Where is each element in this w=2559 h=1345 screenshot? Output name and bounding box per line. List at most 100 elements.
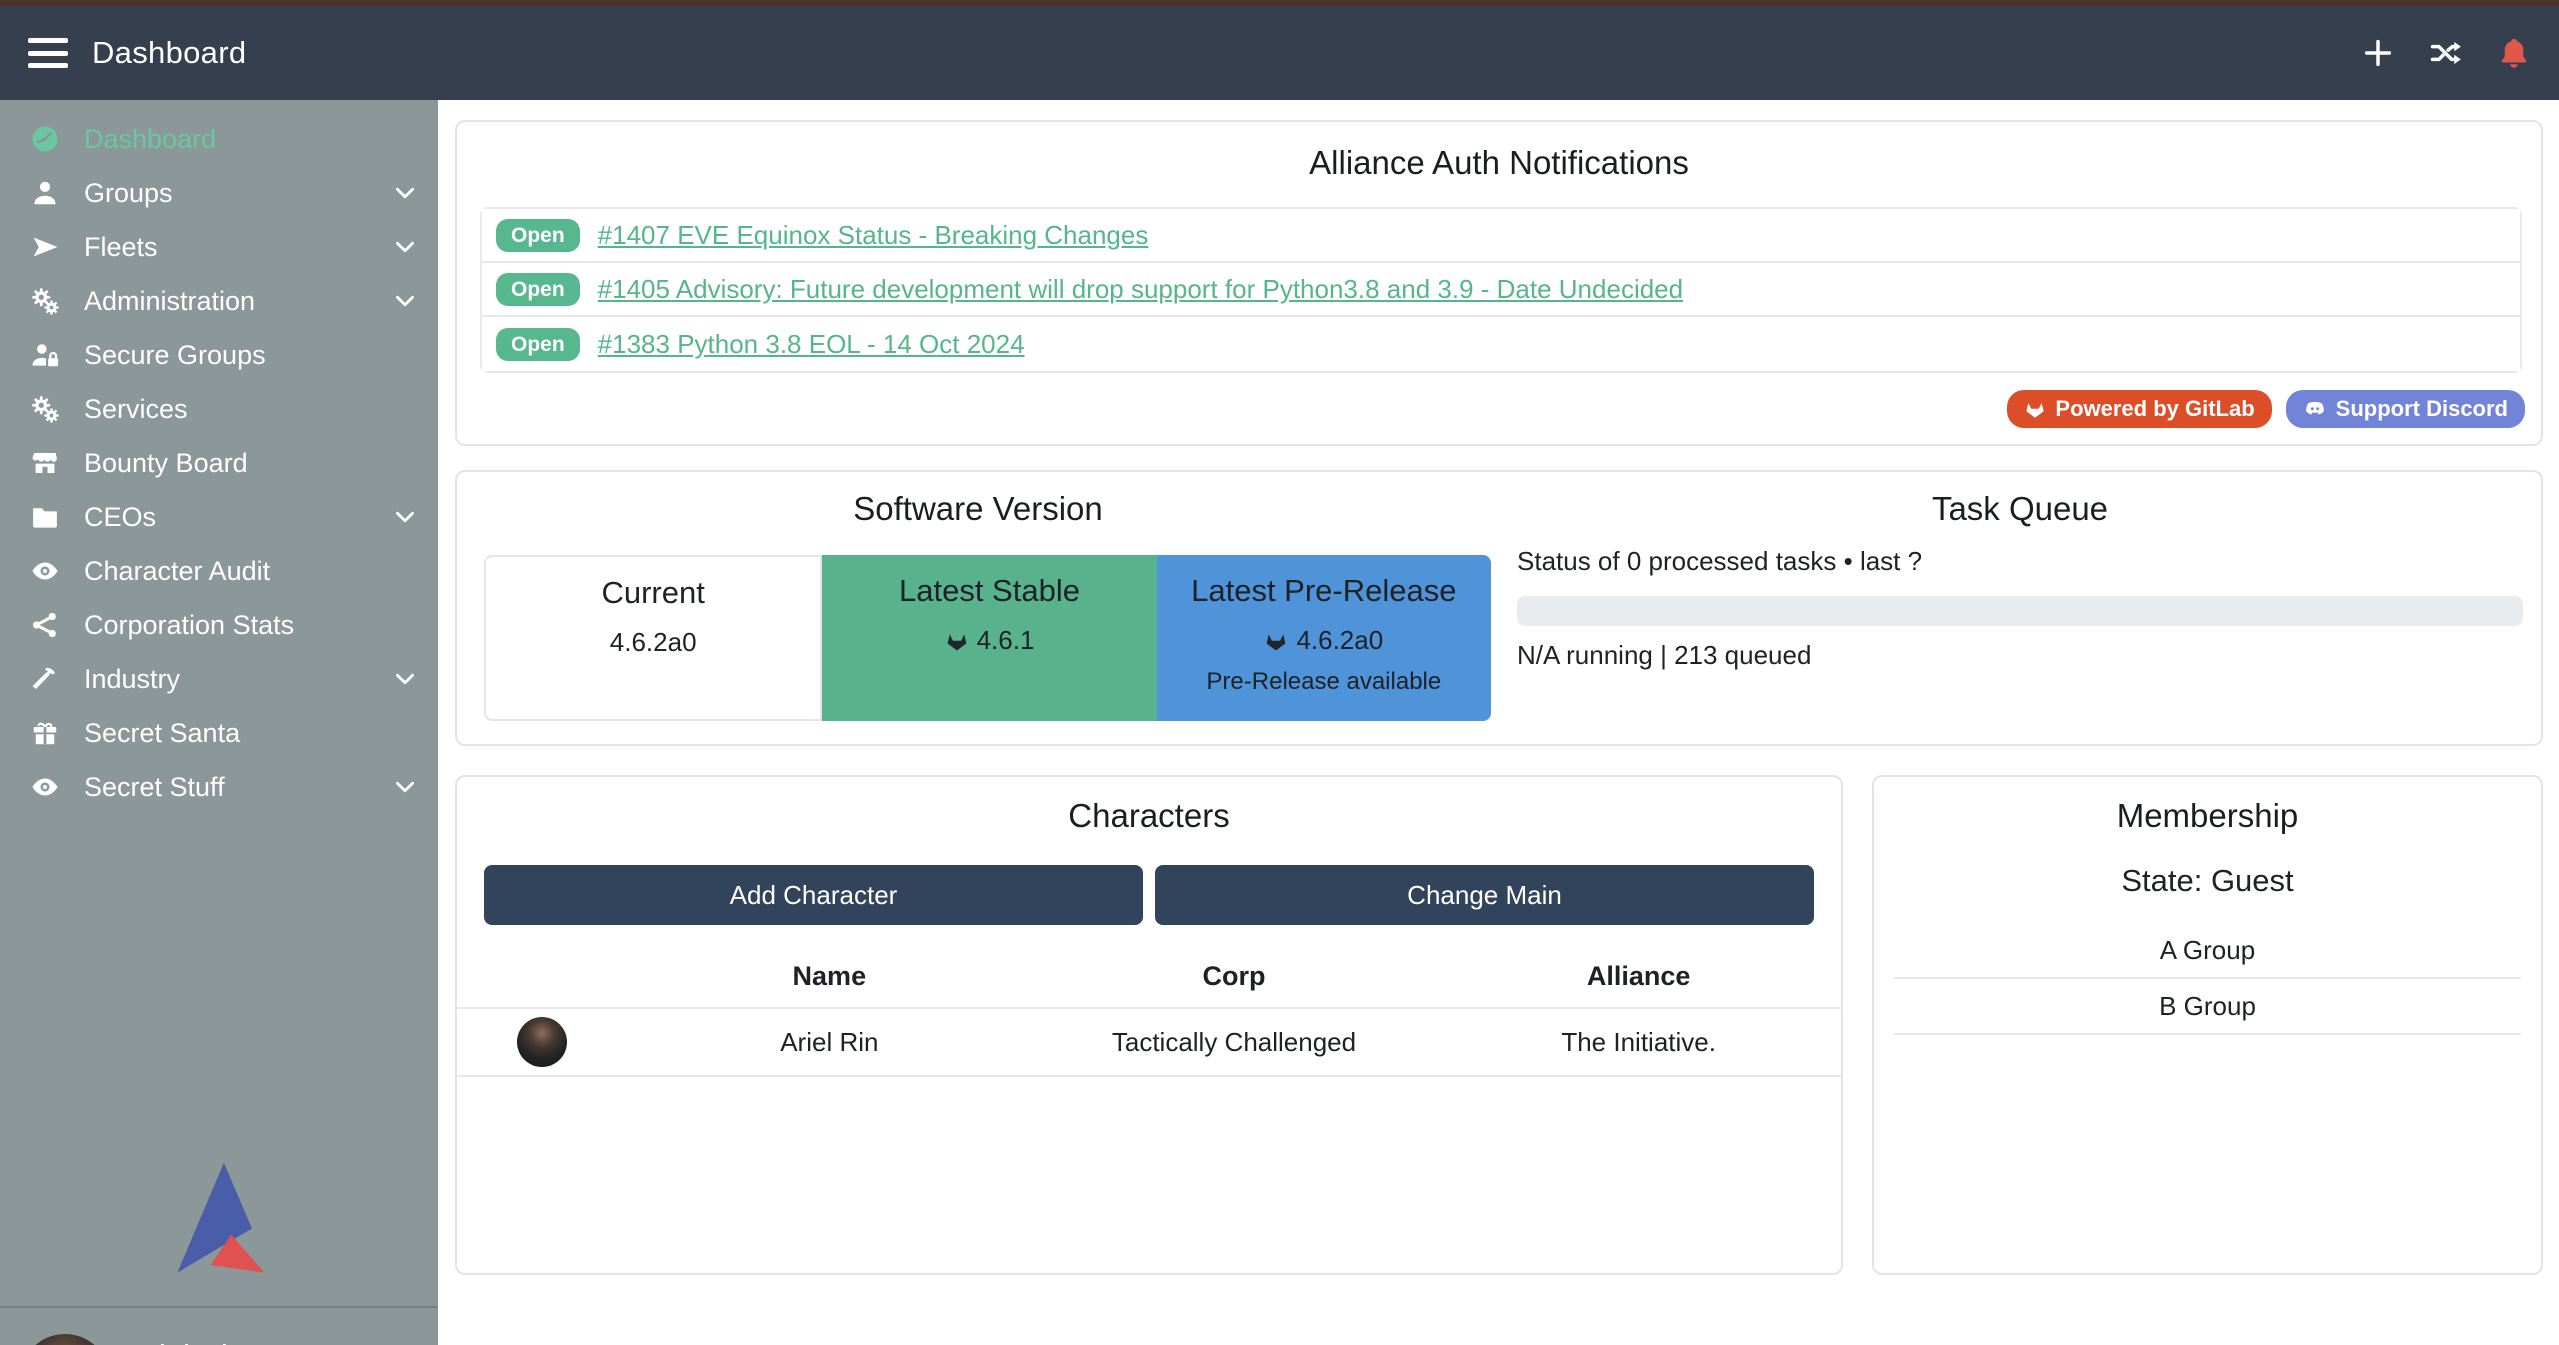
chevron-down-icon xyxy=(392,666,418,692)
gitlab-icon xyxy=(1264,629,1288,653)
chevron-down-icon xyxy=(392,774,418,800)
version-current-value: 4.6.2a0 xyxy=(486,627,820,658)
share-icon xyxy=(28,609,62,641)
change-main-button[interactable]: Change Main xyxy=(1155,865,1814,925)
eye-icon xyxy=(28,771,62,803)
notifications-panel: Alliance Auth Notifications Open #1407 E… xyxy=(455,120,2543,446)
bell-icon[interactable] xyxy=(2495,34,2533,72)
cell-name: Ariel Rin xyxy=(627,1027,1032,1058)
header-name: Name xyxy=(627,961,1032,992)
sidebar-item-dashboard[interactable]: Dashboard xyxy=(0,112,438,166)
menu-icon[interactable] xyxy=(28,38,68,68)
membership-panel: Membership State: Guest A Group B Group xyxy=(1872,775,2543,1275)
gitlab-badge-label: Powered by GitLab xyxy=(2055,398,2254,420)
header-corp: Corp xyxy=(1032,961,1437,992)
alliance-auth-logo xyxy=(158,1155,280,1285)
sidebar-item-administration[interactable]: Administration xyxy=(0,274,438,328)
plus-icon[interactable] xyxy=(2359,34,2397,72)
sidebar-item-groups[interactable]: Groups xyxy=(0,166,438,220)
user-icon xyxy=(28,177,62,209)
page-title: Dashboard xyxy=(92,35,246,71)
gitlab-badge[interactable]: Powered by GitLab xyxy=(2007,390,2271,428)
list-item: B Group xyxy=(1894,979,2521,1035)
task-queue-progressbar xyxy=(1517,596,2523,626)
version-prerelease-note: Pre-Release available xyxy=(1157,668,1491,696)
notifications-footer: Powered by GitLab Support Discord xyxy=(2007,390,2525,428)
chevron-down-icon xyxy=(392,504,418,530)
membership-state: State: Guest xyxy=(1874,863,2541,899)
membership-groups: A Group B Group xyxy=(1874,923,2541,1035)
notification-link[interactable]: #1407 EVE Equinox Status - Breaking Chan… xyxy=(598,220,1149,251)
cell-corp: Tactically Challenged xyxy=(1032,1027,1437,1058)
tachometer-icon xyxy=(28,123,62,155)
version-prerelease-cell: Latest Pre-Release 4.6.2a0 Pre-Release a… xyxy=(1157,555,1491,721)
user-lock-icon xyxy=(28,339,62,371)
task-queue-section: Task Queue Status of 0 processed tasks •… xyxy=(1499,472,2541,744)
chevron-down-icon xyxy=(392,234,418,260)
version-prerelease-value: 4.6.2a0 xyxy=(1157,625,1491,656)
characters-panel: Characters Add Character Change Main Nam… xyxy=(455,775,1843,1275)
status-badge: Open xyxy=(496,219,580,252)
sidebar-item-ceos[interactable]: CEOs xyxy=(0,490,438,544)
user-name: Ariel Rin xyxy=(128,1338,245,1345)
status-badge: Open xyxy=(496,273,580,306)
version-stable-label: Latest Stable xyxy=(822,573,1156,609)
discord-badge-label: Support Discord xyxy=(2336,398,2508,420)
notifications-title: Alliance Auth Notifications xyxy=(457,144,2541,182)
avatar xyxy=(517,1017,567,1067)
software-version-title: Software Version xyxy=(457,490,1499,528)
version-stable-value: 4.6.1 xyxy=(822,625,1156,656)
user-panel: Ariel Rin Tactically Challenged The Init… xyxy=(0,1308,438,1345)
gitlab-icon xyxy=(945,629,969,653)
status-badge: Open xyxy=(496,328,580,361)
avatar xyxy=(20,1334,110,1345)
task-queue-summary: N/A running | 213 queued xyxy=(1517,640,1811,671)
version-current-label: Current xyxy=(486,575,820,611)
chevron-down-icon xyxy=(392,288,418,314)
sidebar: Dashboard Groups Fleets Administration S… xyxy=(0,100,438,1345)
discord-badge[interactable]: Support Discord xyxy=(2286,390,2525,428)
cell-alliance: The Initiative. xyxy=(1436,1027,1841,1058)
folder-icon xyxy=(28,501,62,533)
hammer-icon xyxy=(28,663,62,695)
navbar-actions xyxy=(2359,34,2533,72)
software-version-section: Software Version Current 4.6.2a0 Latest … xyxy=(457,472,1499,744)
task-queue-status: Status of 0 processed tasks • last ? xyxy=(1517,546,1922,577)
list-item: Open #1405 Advisory: Future development … xyxy=(482,263,2520,317)
list-item: Open #1407 EVE Equinox Status - Breaking… xyxy=(482,209,2520,263)
sidebar-item-services[interactable]: Services xyxy=(0,382,438,436)
characters-table: Name Corp Alliance Ariel Rin Tactically … xyxy=(457,945,1841,1077)
gift-icon xyxy=(28,717,62,749)
notification-link[interactable]: #1383 Python 3.8 EOL - 14 Oct 2024 xyxy=(598,329,1025,360)
sidebar-nav: Dashboard Groups Fleets Administration S… xyxy=(0,100,438,814)
chevron-down-icon xyxy=(392,180,418,206)
gears-icon xyxy=(28,393,62,425)
table-header-row: Name Corp Alliance xyxy=(457,945,1841,1007)
header-alliance: Alliance xyxy=(1436,961,1841,992)
jet-icon xyxy=(28,231,62,263)
sidebar-item-secret-stuff[interactable]: Secret Stuff xyxy=(0,760,438,814)
store-icon xyxy=(28,447,62,479)
add-character-button[interactable]: Add Character xyxy=(484,865,1143,925)
sidebar-item-secret-santa[interactable]: Secret Santa xyxy=(0,706,438,760)
shuffle-icon[interactable] xyxy=(2427,34,2465,72)
sidebar-item-industry[interactable]: Industry xyxy=(0,652,438,706)
gears-icon xyxy=(28,285,62,317)
version-prerelease-label: Latest Pre-Release xyxy=(1157,573,1491,609)
top-navbar: Dashboard xyxy=(0,6,2559,100)
task-queue-title: Task Queue xyxy=(1499,490,2541,528)
notification-link[interactable]: #1405 Advisory: Future development will … xyxy=(598,274,1683,305)
sidebar-item-fleets[interactable]: Fleets xyxy=(0,220,438,274)
table-row: Ariel Rin Tactically Challenged The Init… xyxy=(457,1007,1841,1077)
list-item: A Group xyxy=(1894,923,2521,979)
membership-title: Membership xyxy=(1874,797,2541,835)
version-current-cell: Current 4.6.2a0 xyxy=(484,555,822,721)
characters-buttons: Add Character Change Main xyxy=(484,865,1814,925)
sidebar-item-bounty-board[interactable]: Bounty Board xyxy=(0,436,438,490)
sidebar-item-character-audit[interactable]: Character Audit xyxy=(0,544,438,598)
sidebar-item-secure-groups[interactable]: Secure Groups xyxy=(0,328,438,382)
page: Dashboard Dashboard Groups Fleets xyxy=(0,0,2559,1345)
version-task-panel: Software Version Current 4.6.2a0 Latest … xyxy=(455,470,2543,746)
list-item: Open #1383 Python 3.8 EOL - 14 Oct 2024 xyxy=(482,317,2520,371)
sidebar-item-corporation-stats[interactable]: Corporation Stats xyxy=(0,598,438,652)
